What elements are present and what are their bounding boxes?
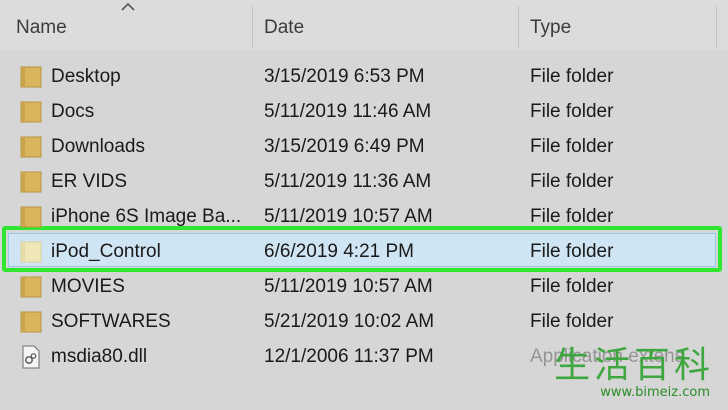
sort-ascending-icon[interactable] (121, 2, 135, 12)
file-name: ER VIDS (51, 171, 128, 192)
column-divider[interactable] (518, 6, 519, 48)
file-date: 12/1/2006 11:37 PM (264, 346, 434, 367)
folder-icon (20, 276, 42, 298)
watermark-chars: 生活百科 (553, 345, 714, 386)
file-type: File folder (530, 171, 614, 192)
file-type: File folder (530, 311, 614, 332)
folder-icon (20, 136, 42, 158)
file-type: File folder (530, 66, 614, 87)
column-header-name[interactable]: Name (16, 0, 67, 50)
folder-icon (20, 311, 42, 333)
column-header-date[interactable]: Date (264, 0, 304, 50)
dll-file-icon (22, 345, 40, 369)
column-header-bar: Name Date Type (0, 0, 728, 50)
file-row-downloads[interactable]: Downloads 3/15/2019 6:49 PM File folder (0, 129, 728, 164)
file-name: MOVIES (51, 276, 125, 297)
file-type: File folder (530, 241, 614, 262)
file-name: iPhone 6S Image Ba... (51, 206, 242, 227)
file-row-desktop[interactable]: Desktop 3/15/2019 6:53 PM File folder (0, 59, 728, 94)
file-type: File folder (530, 101, 614, 122)
file-type: File folder (530, 206, 614, 227)
folder-icon (20, 241, 42, 263)
file-date: 3/15/2019 6:53 PM (264, 66, 425, 87)
file-date: 5/11/2019 11:36 AM (264, 171, 432, 192)
file-date: 5/21/2019 10:02 AM (264, 311, 435, 332)
folder-icon (20, 66, 42, 88)
watermark-url: www.bimeiz.com (600, 385, 710, 400)
file-date: 6/6/2019 4:21 PM (264, 241, 414, 262)
file-name: Docs (51, 101, 95, 122)
file-row-softwares[interactable]: SOFTWARES 5/21/2019 10:02 AM File folder (0, 304, 728, 339)
file-name: msdia80.dll (51, 346, 148, 367)
file-row-movies[interactable]: MOVIES 5/11/2019 10:57 AM File folder (0, 269, 728, 304)
file-type: File folder (530, 276, 614, 297)
column-header-type[interactable]: Type (530, 0, 571, 50)
file-date: 5/11/2019 11:46 AM (264, 101, 432, 122)
file-row-ipod-control[interactable]: iPod_Control 6/6/2019 4:21 PM File folde… (0, 234, 728, 269)
file-type: File folder (530, 136, 614, 157)
column-divider[interactable] (252, 6, 253, 48)
folder-icon (20, 101, 42, 123)
file-name: Downloads (51, 136, 145, 157)
file-name: iPod_Control (51, 241, 161, 262)
column-divider[interactable] (716, 6, 717, 48)
folder-icon (20, 206, 42, 228)
file-row-docs[interactable]: Docs 5/11/2019 11:46 AM File folder (0, 94, 728, 129)
file-name: Desktop (51, 66, 121, 87)
file-name: SOFTWARES (51, 311, 171, 332)
file-date: 5/11/2019 10:57 AM (264, 276, 433, 297)
file-row-iphone-backup[interactable]: iPhone 6S Image Ba... 5/11/2019 10:57 AM… (0, 199, 728, 234)
file-row-er-vids[interactable]: ER VIDS 5/11/2019 11:36 AM File folder (0, 164, 728, 199)
watermark-logo: 生活百科 www.bimeiz.com (532, 345, 722, 406)
file-date: 5/11/2019 10:57 AM (264, 206, 433, 227)
file-date: 3/15/2019 6:49 PM (264, 136, 425, 157)
folder-icon (20, 171, 42, 193)
